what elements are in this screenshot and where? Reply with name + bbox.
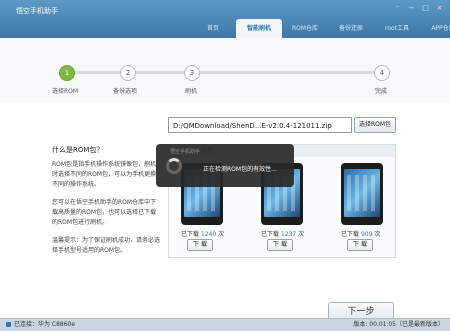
close-icon[interactable]: × xyxy=(435,4,444,13)
step-1-indicator: 1 xyxy=(59,65,75,81)
download-suffix: 次 xyxy=(218,231,225,238)
rom-path-field[interactable]: D:/QMDownload/ShenD...E-v2.0.4-121011.zi… xyxy=(168,117,352,133)
step-4-indicator: 4 xyxy=(374,65,390,81)
download-number: 1237 xyxy=(280,231,297,238)
connection-text: 已连接：华为 C8860e xyxy=(14,321,76,328)
window-controls: ⁻ − □ × xyxy=(393,4,444,13)
version-info: 版本: 00.01.05（已是最新版本） xyxy=(353,321,444,328)
app-window: 悟空手机助手 ⁻ − □ × 首页 智能刷机 ROM仓库 备份还原 root工具… xyxy=(0,0,450,331)
maximize-icon[interactable]: □ xyxy=(421,4,430,13)
step-3-indicator: 3 xyxy=(184,65,200,81)
download-suffix: 次 xyxy=(374,231,381,238)
step-1-label: 选择ROM xyxy=(52,88,79,95)
step-2-indicator: 2 xyxy=(120,65,136,81)
title-bar: 悟空手机助手 ⁻ − □ × 首页 智能刷机 ROM仓库 备份还原 root工具… xyxy=(0,0,450,38)
rom-preview-3[interactable] xyxy=(341,163,383,225)
download-count-2: 已下载 1237 次 xyxy=(261,229,304,238)
overlay-title: 悟空手机助手 xyxy=(170,149,201,155)
step-progress: 1 2 3 4 选择ROM 备份选项 刷机 完成 xyxy=(0,38,450,102)
info-paragraph-1: ROM包是指手机操作系统镜像包，刷机时选择不同的ROM包，可以为手机更换不同的操… xyxy=(52,161,157,188)
loading-spinner-icon xyxy=(166,158,182,174)
overlay-message: 正在检测ROM包的有效性... xyxy=(203,166,277,173)
download-prefix: 已下载 xyxy=(261,231,280,238)
device-icon xyxy=(6,322,11,327)
tab-backup-restore[interactable]: 备份还原 xyxy=(328,19,374,38)
minimize-icon[interactable]: − xyxy=(407,4,416,13)
app-title: 悟空手机助手 xyxy=(16,7,58,15)
skin-icon[interactable]: ⁻ xyxy=(393,4,402,13)
info-paragraph-2: 您可以在悟空手机助手的ROM仓库中下载高质量的ROM包，也可以选择已下载的ROM… xyxy=(52,199,157,226)
download-count-1: 已下载 1240 次 xyxy=(181,229,224,238)
phone-screen xyxy=(344,169,380,217)
tab-app-store[interactable]: APP仓库 xyxy=(420,19,450,38)
download-button-2[interactable]: 下 载 xyxy=(267,239,293,251)
main-nav: 首页 智能刷机 ROM仓库 备份还原 root工具 APP仓库 xyxy=(190,19,450,38)
download-button-3[interactable]: 下 载 xyxy=(347,239,373,251)
download-prefix: 已下载 xyxy=(181,231,200,238)
download-button-1[interactable]: 下 载 xyxy=(187,239,213,251)
tab-smart-flash[interactable]: 智能刷机 xyxy=(236,19,282,38)
step-2-label: 备份选项 xyxy=(113,88,138,95)
step-line xyxy=(66,71,382,74)
tab-root-tools[interactable]: root工具 xyxy=(374,19,420,38)
select-rom-button[interactable]: 选择ROM包 xyxy=(354,117,396,133)
status-bar: 已连接：华为 C8860e 版本: 00.01.05（已是最新版本） xyxy=(0,318,450,331)
loading-overlay: 悟空手机助手 正在检测ROM包的有效性... xyxy=(156,144,294,187)
step-3-label: 刷机 xyxy=(185,88,198,95)
tab-home[interactable]: 首页 xyxy=(190,19,236,38)
info-tip: 温馨提示：为了保证刷机成功，请务必选择手机型号适用的ROM包。 xyxy=(52,237,161,254)
download-prefix: 已下载 xyxy=(341,231,360,238)
download-count-3: 已下载 909 次 xyxy=(341,229,380,238)
download-number: 909 xyxy=(360,231,373,238)
app-icons xyxy=(347,175,377,211)
download-number: 1240 xyxy=(200,231,217,238)
info-title: 什么是ROM包？ xyxy=(52,146,104,154)
download-suffix: 次 xyxy=(298,231,305,238)
connection-status: 已连接：华为 C8860e xyxy=(6,319,75,331)
step-4-label: 完成 xyxy=(375,88,388,95)
tab-rom-store[interactable]: ROM仓库 xyxy=(282,19,328,38)
